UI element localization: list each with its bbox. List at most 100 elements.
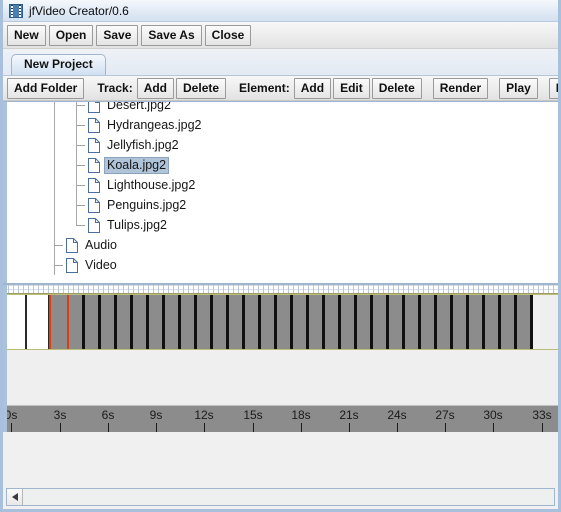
document-icon (88, 137, 100, 153)
tree-elbow-icon (76, 195, 88, 215)
tree-item-label: Video (85, 257, 117, 272)
ruler-tick-mark (108, 423, 109, 432)
timeline-cell[interactable] (293, 295, 309, 349)
timeline-cell[interactable] (101, 295, 117, 349)
tree-item-tulips-jpg2[interactable]: Tulips.jpg2 (8, 215, 558, 235)
element-add-button[interactable]: Add (293, 77, 332, 99)
timeline-cell[interactable] (229, 295, 245, 349)
document-icon (88, 217, 100, 233)
ruler-tick-label: 33s (532, 408, 552, 422)
scroll-left-arrow-icon[interactable] (7, 489, 23, 505)
timeline-cell[interactable] (325, 295, 341, 349)
timeline-cell[interactable] (341, 295, 357, 349)
timeline-cell[interactable] (501, 295, 517, 349)
timeline-cell[interactable] (85, 295, 101, 349)
tree-item-lighthouse-jpg2[interactable]: Lighthouse.jpg2 (8, 175, 558, 195)
tree-elbow-icon (76, 115, 88, 135)
timeline-track[interactable] (3, 294, 558, 350)
timeline-cell[interactable] (389, 295, 405, 349)
track-add-button[interactable]: Add (136, 77, 175, 99)
timeline-cell[interactable] (149, 295, 165, 349)
timeline-cell[interactable] (437, 295, 453, 349)
timeline-cell[interactable] (421, 295, 437, 349)
file-toolbar: New Open Save Save As Close (3, 22, 558, 49)
timeline-cell[interactable] (245, 295, 261, 349)
document-icon (88, 157, 100, 173)
horizontal-scrollbar[interactable] (6, 488, 555, 506)
add-folder-button[interactable]: Add Folder (7, 77, 85, 99)
action-toolbar: Add Folder Track: Add Delete Element: Ad… (3, 75, 558, 101)
timeline-empty-area[interactable] (3, 351, 558, 406)
timeline-cell[interactable] (517, 295, 533, 349)
ruler-tick-mark (349, 423, 350, 432)
timeline-cell-selected[interactable] (49, 295, 69, 349)
ruler-tick-mark (253, 423, 254, 432)
tree-connector-line (76, 102, 77, 225)
ruler-tick-mark (204, 423, 205, 432)
ruler-tick-label: 21s (339, 408, 359, 422)
tree-item-label: Lighthouse.jpg2 (107, 177, 196, 192)
ruler-tick-mark (445, 423, 446, 432)
timeline-cell[interactable] (277, 295, 293, 349)
ruler-tick-label: 15s (243, 408, 263, 422)
timeline-cell[interactable] (309, 295, 325, 349)
tree-left-gutter (3, 102, 7, 283)
save-button[interactable]: Save (96, 24, 139, 46)
ruler-tick-label: 9s (149, 408, 163, 422)
tree-elbow-icon (76, 135, 88, 155)
tree-item-koala-jpg2[interactable]: Koala.jpg2 (8, 155, 558, 175)
timeline-ruler: 0s 3s 6s 9s 12s 15s 18s 21s 24s 27s 30s 33s (3, 405, 558, 432)
tab-strip: New Project (3, 49, 558, 75)
timeline-cell-thumbnail[interactable] (26, 295, 49, 349)
tree-elbow-icon (54, 235, 66, 255)
tree-item-video[interactable]: Video (8, 255, 558, 275)
tree-item-desert-jpg2[interactable]: Desert.jpg2 (8, 102, 558, 115)
tree-item-label: Audio (85, 237, 117, 252)
track-delete-button[interactable]: Delete (176, 77, 227, 99)
close-button[interactable]: Close (204, 24, 252, 46)
ruler-tick-mark (301, 423, 302, 432)
ruler-tick-label: 30s (483, 408, 503, 422)
tree-item-audio[interactable]: Audio (8, 235, 558, 255)
save-as-button[interactable]: Save As (141, 24, 202, 46)
tree-scroll-area[interactable]: Desert.jpg2 Hydrangeas.jpg2 Jellyfish.jpg2… (8, 102, 558, 283)
timeline-cell[interactable] (133, 295, 149, 349)
timeline-cell[interactable] (165, 295, 181, 349)
ruler-tick-mark (11, 423, 12, 432)
render-button[interactable]: Render (432, 77, 489, 99)
timeline-cell[interactable] (181, 295, 197, 349)
play-button[interactable]: Play (499, 77, 538, 99)
timeline-cell[interactable] (453, 295, 469, 349)
ruler-tick-label: 27s (435, 408, 455, 422)
element-edit-button[interactable]: Edit (333, 77, 370, 99)
timeline-cell[interactable] (469, 295, 485, 349)
properties-button[interactable]: Properties (548, 77, 558, 99)
ruler-tick-label: 24s (387, 408, 407, 422)
timeline-cell[interactable] (197, 295, 213, 349)
timeline-cell[interactable] (357, 295, 373, 349)
tree-elbow-icon (76, 155, 88, 175)
timeline-cell[interactable] (117, 295, 133, 349)
tree-item-jellyfish-jpg2[interactable]: Jellyfish.jpg2 (8, 135, 558, 155)
tree-item-penguins-jpg2[interactable]: Penguins.jpg2 (8, 195, 558, 215)
scrollbar-track[interactable] (23, 489, 554, 505)
new-button[interactable]: New (7, 24, 46, 46)
timeline-cell[interactable] (213, 295, 229, 349)
timeline-cell[interactable] (261, 295, 277, 349)
tree-item-label: Penguins.jpg2 (107, 197, 187, 212)
timeline-left-gutter (3, 285, 7, 432)
ruler-tick-label: 12s (194, 408, 214, 422)
element-delete-button[interactable]: Delete (371, 77, 422, 99)
tab-new-project[interactable]: New Project (11, 54, 106, 75)
project-tree-panel: Desert.jpg2 Hydrangeas.jpg2 Jellyfish.jpg2… (3, 101, 558, 284)
timeline-cell[interactable] (485, 295, 501, 349)
tree-item-label: Hydrangeas.jpg2 (107, 117, 202, 132)
timeline-cell[interactable] (405, 295, 421, 349)
tree-item-hydrangeas-jpg2[interactable]: Hydrangeas.jpg2 (8, 115, 558, 135)
open-button[interactable]: Open (48, 24, 94, 46)
timeline-cell[interactable] (373, 295, 389, 349)
ruler-tick-mark (156, 423, 157, 432)
timeline-cell[interactable] (69, 295, 85, 349)
title-bar: jfVideo Creator/0.6 (3, 0, 558, 22)
tree-item-label: Jellyfish.jpg2 (107, 137, 179, 152)
